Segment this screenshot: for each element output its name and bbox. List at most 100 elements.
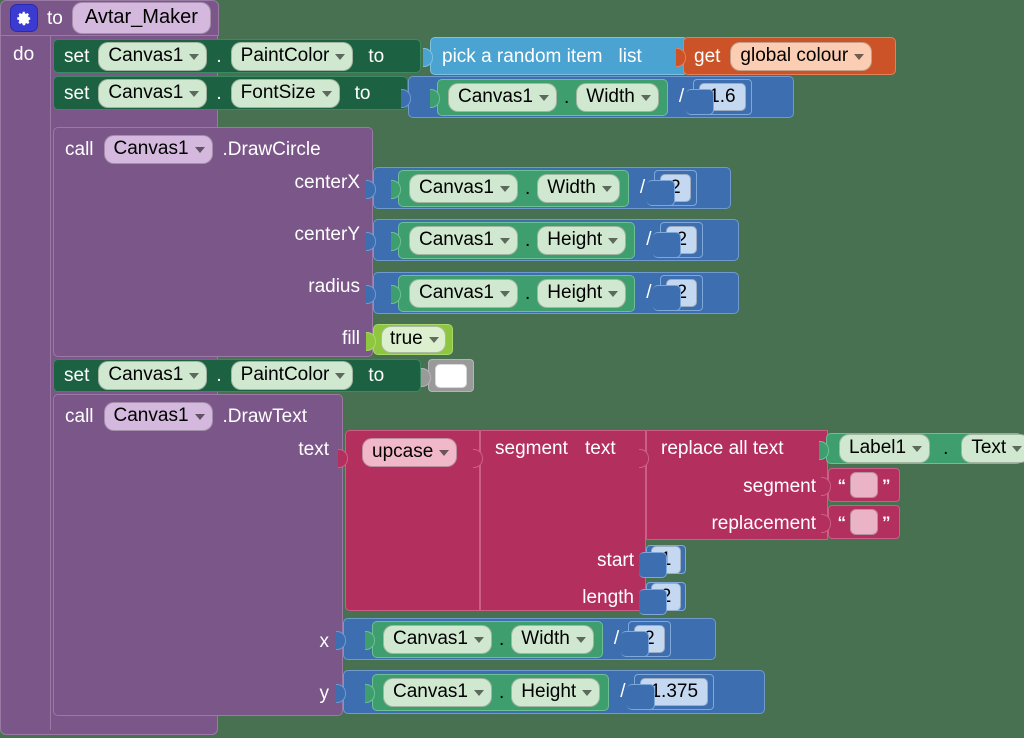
pick-random-item-block[interactable]: pick a random item list xyxy=(423,37,688,75)
chevron-down-icon xyxy=(189,53,200,60)
set-paintcolor-white-block[interactable]: set Canvas1 . PaintColor to xyxy=(53,359,421,392)
label1-text-getter[interactable]: Label1 . Text xyxy=(819,433,1024,464)
color-white-block[interactable] xyxy=(421,359,474,392)
connector-plug xyxy=(336,631,346,650)
string-value-field[interactable] xyxy=(850,509,878,535)
connector-plug xyxy=(401,89,411,108)
division-block-x[interactable]: Canvas1 . Width / 2 xyxy=(336,618,716,660)
division-block-fontsize[interactable]: Canvas1 . Width / 1.6 xyxy=(401,76,794,118)
dot-separator: . xyxy=(216,82,222,104)
procedure-name-field[interactable]: Avtar_Maker xyxy=(71,2,211,34)
division-operator: / xyxy=(646,229,652,250)
set-label: set xyxy=(64,365,90,386)
property-dropdown-paintcolor[interactable]: PaintColor xyxy=(230,361,354,390)
number-block[interactable]: 1.6 xyxy=(686,79,752,115)
set-paintcolor-random-block[interactable]: set Canvas1 . PaintColor to xyxy=(53,39,421,73)
number-block[interactable]: 2 xyxy=(653,275,704,311)
connector-plug xyxy=(639,551,667,578)
number-block[interactable]: 2 xyxy=(647,170,697,206)
component-dropdown-canvas1[interactable]: Canvas1 xyxy=(383,624,492,654)
set-label: set xyxy=(64,45,90,67)
gear-icon[interactable] xyxy=(10,4,38,32)
component-dropdown-canvas1[interactable]: Canvas1 xyxy=(448,82,557,112)
canvas-height-getter[interactable]: Canvas1 . Height xyxy=(391,274,636,312)
component-dropdown-canvas1[interactable]: Canvas1 xyxy=(98,78,208,108)
logic-true-block[interactable]: true xyxy=(366,324,453,355)
component-dropdown-canvas1[interactable]: Canvas1 xyxy=(409,278,518,308)
text-transform-dropdown-upcase[interactable]: upcase xyxy=(362,438,458,467)
chevron-down-icon xyxy=(608,290,619,297)
component-dropdown-canvas1[interactable]: Canvas1 xyxy=(409,173,518,203)
empty-string-block-replacement[interactable]: “ ” xyxy=(821,505,900,539)
property-dropdown-width[interactable]: Width xyxy=(537,173,620,203)
arg-label-centery: centerY xyxy=(294,224,360,245)
string-value-field[interactable] xyxy=(850,472,878,498)
property-dropdown-width[interactable]: Width xyxy=(511,624,594,654)
component-dropdown-canvas1[interactable]: Canvas1 xyxy=(98,361,208,390)
variable-dropdown-global-colour[interactable]: global colour xyxy=(730,41,873,71)
property-dropdown-height[interactable]: Height xyxy=(537,225,627,255)
component-dropdown-canvas1[interactable]: Canvas1 xyxy=(103,402,213,431)
arg-label-replacement: replacement xyxy=(711,513,816,534)
procedure-header[interactable]: to Avtar_Maker xyxy=(0,0,219,36)
set-fontsize-block[interactable]: set Canvas1 . FontSize to xyxy=(53,76,408,110)
chevron-down-icon xyxy=(601,185,612,192)
component-dropdown-canvas1[interactable]: Canvas1 xyxy=(409,225,518,255)
replace-all-text-block[interactable]: replace all text segment replacement xyxy=(639,430,828,540)
blocks-workspace[interactable]: to Avtar_Maker do set Canvas1 . PaintCol… xyxy=(0,0,1024,738)
chevron-down-icon xyxy=(912,446,923,452)
method-name-label: .DrawText xyxy=(222,406,307,427)
division-block-radius[interactable]: Canvas1 . Height / 2 xyxy=(366,272,739,314)
segment-label: segment xyxy=(495,438,568,459)
upcase-block[interactable]: upcase xyxy=(338,430,480,611)
arg-label-start: start xyxy=(597,550,634,571)
number-block-start[interactable]: 1 xyxy=(639,545,686,578)
canvas-height-getter[interactable]: Canvas1 . Height xyxy=(391,221,636,259)
property-dropdown-width[interactable]: Width xyxy=(576,82,659,112)
number-block[interactable]: 2 xyxy=(621,621,671,657)
component-dropdown-canvas1[interactable]: Canvas1 xyxy=(103,135,213,164)
get-label: get xyxy=(694,45,721,67)
property-dropdown-height[interactable]: Height xyxy=(511,677,601,707)
canvas-width-getter[interactable]: Canvas1 . Width xyxy=(430,78,668,116)
division-block-centerx[interactable]: Canvas1 . Width / 2 xyxy=(366,167,731,209)
division-block-centery[interactable]: Canvas1 . Height / 2 xyxy=(366,219,739,261)
connector-plug xyxy=(421,367,431,387)
arg-label-fill: fill xyxy=(342,328,360,349)
pick-random-item-label: pick a random item xyxy=(442,45,603,67)
chevron-down-icon xyxy=(608,237,619,244)
property-dropdown-fontsize[interactable]: FontSize xyxy=(230,78,340,108)
quote-open: “ xyxy=(837,512,847,532)
number-block[interactable]: 1.375 xyxy=(627,674,715,710)
arg-label-radius: radius xyxy=(308,276,360,297)
property-dropdown-height[interactable]: Height xyxy=(537,278,627,308)
component-dropdown-canvas1[interactable]: Canvas1 xyxy=(98,41,208,71)
connector-plug xyxy=(653,232,682,258)
chevron-down-icon xyxy=(335,53,346,60)
dot-separator: . xyxy=(216,45,222,67)
canvas-width-getter[interactable]: Canvas1 . Width xyxy=(391,169,629,207)
empty-string-block-segment[interactable]: “ ” xyxy=(821,468,900,502)
number-block-length[interactable]: 2 xyxy=(639,582,686,615)
boolean-dropdown-true[interactable]: true xyxy=(381,326,446,353)
chevron-down-icon xyxy=(1012,446,1023,452)
number-block[interactable]: 2 xyxy=(653,222,704,258)
connector-plug xyxy=(391,285,401,304)
color-swatch[interactable] xyxy=(435,363,467,388)
get-global-colour-block[interactable]: get global colour xyxy=(676,37,896,75)
dot-separator: . xyxy=(525,177,531,199)
dot-separator: . xyxy=(499,681,505,703)
component-dropdown-label1[interactable]: Label1 xyxy=(839,434,931,463)
connector-plug xyxy=(639,588,667,615)
call-drawtext-block[interactable]: call Canvas1 .DrawText text x y xyxy=(53,394,343,716)
component-dropdown-canvas1[interactable]: Canvas1 xyxy=(383,677,492,707)
property-dropdown-text[interactable]: Text xyxy=(961,434,1024,463)
chevron-down-icon xyxy=(194,414,205,420)
canvas-width-getter[interactable]: Canvas1 . Width xyxy=(365,620,603,658)
call-drawcircle-block[interactable]: call Canvas1 .DrawCircle centerX centerY… xyxy=(53,127,373,357)
property-dropdown-paintcolor[interactable]: PaintColor xyxy=(230,41,354,71)
canvas-height-getter[interactable]: Canvas1 . Height xyxy=(365,673,610,711)
division-block-y[interactable]: Canvas1 . Height / 1.375 xyxy=(336,670,765,714)
chevron-down-icon xyxy=(194,147,205,153)
segment-block[interactable]: segment text start length xyxy=(473,430,646,611)
